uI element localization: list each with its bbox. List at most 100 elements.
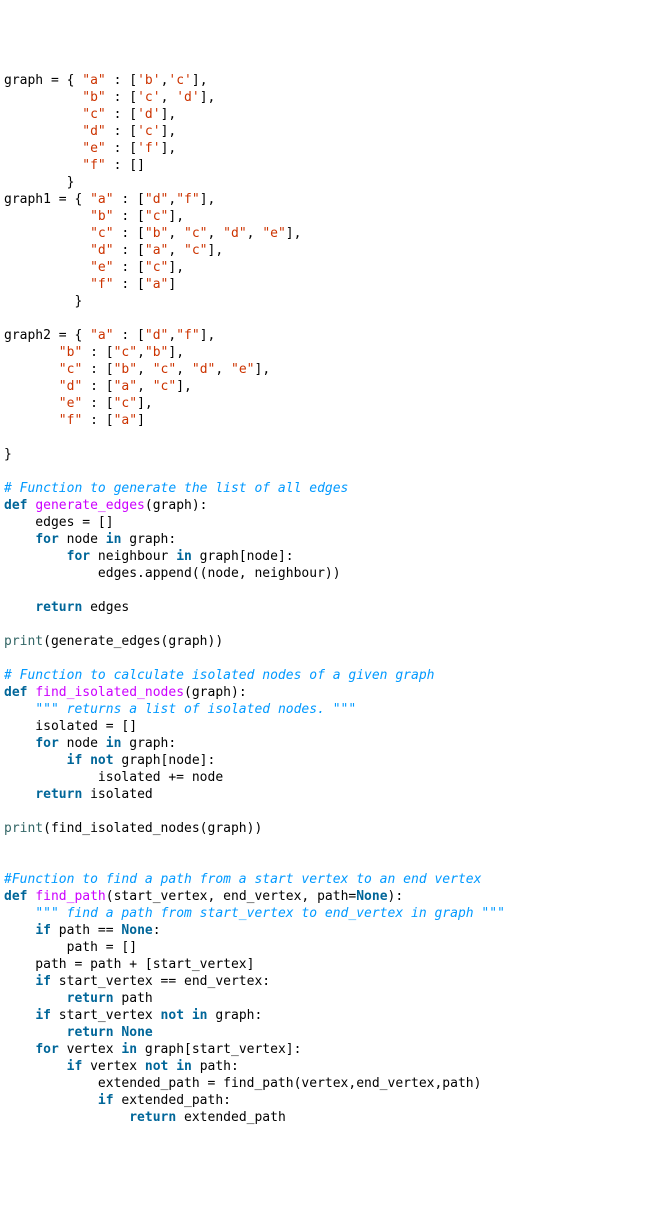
code-token: start_vertex == end_vertex: bbox=[51, 974, 270, 989]
code-token: "a" bbox=[82, 73, 105, 88]
code-token: neighbour bbox=[90, 549, 176, 564]
code-token bbox=[4, 277, 90, 292]
code-token bbox=[4, 906, 35, 921]
code-token: ], bbox=[192, 73, 208, 88]
code-token: path: bbox=[192, 1059, 239, 1074]
code-token: # Function to generate the list of all e… bbox=[4, 481, 348, 496]
code-token: "c" bbox=[153, 362, 176, 377]
code-token: return bbox=[67, 1025, 114, 1040]
code-token: path == bbox=[51, 923, 121, 938]
code-token: "c" bbox=[59, 362, 82, 377]
code-token: 'd' bbox=[137, 107, 160, 122]
code-token: "b" bbox=[145, 345, 168, 360]
code-token: "d" bbox=[223, 226, 246, 241]
code-token: for bbox=[35, 736, 58, 751]
code-token: ], bbox=[161, 124, 177, 139]
code-line: """ returns a list of isolated nodes. ""… bbox=[4, 701, 647, 718]
code-line bbox=[4, 463, 647, 480]
code-token: 'c' bbox=[137, 124, 160, 139]
code-line: } bbox=[4, 174, 647, 191]
code-token: generate_edges bbox=[35, 498, 145, 513]
code-token: ], bbox=[286, 226, 302, 241]
code-token: graph: bbox=[121, 532, 176, 547]
code-token: : [ bbox=[82, 396, 113, 411]
code-token: for bbox=[35, 532, 58, 547]
code-token: for bbox=[35, 1042, 58, 1057]
code-token: "c" bbox=[145, 209, 168, 224]
code-token: not bbox=[90, 753, 113, 768]
code-token: : [ bbox=[114, 243, 145, 258]
code-token: node bbox=[59, 736, 106, 751]
code-token: "c" bbox=[114, 345, 137, 360]
code-token: : [ bbox=[106, 73, 137, 88]
code-token: graph[start_vertex]: bbox=[137, 1042, 301, 1057]
code-token: node bbox=[59, 532, 106, 547]
code-token: ], bbox=[168, 209, 184, 224]
code-token: """ find a path from start_vertex to end… bbox=[35, 906, 505, 921]
code-token bbox=[4, 107, 82, 122]
code-token bbox=[4, 1059, 67, 1074]
code-line: graph1 = { "a" : ["d","f"], bbox=[4, 191, 647, 208]
code-line: "d" : ["a", "c"], bbox=[4, 242, 647, 259]
code-token: in bbox=[106, 736, 122, 751]
code-token: None bbox=[121, 923, 152, 938]
code-token: , bbox=[161, 90, 177, 105]
code-line: path = [] bbox=[4, 939, 647, 956]
code-token: 'd' bbox=[176, 90, 199, 105]
code-line: """ find a path from start_vertex to end… bbox=[4, 905, 647, 922]
code-token: ], bbox=[200, 328, 216, 343]
code-token: edges.append((node, neighbour)) bbox=[4, 566, 341, 581]
code-token: (generate_edges(graph)) bbox=[43, 634, 223, 649]
code-token: ], bbox=[168, 260, 184, 275]
code-token: "e" bbox=[59, 396, 82, 411]
code-token: "a" bbox=[90, 192, 113, 207]
code-token: "c" bbox=[114, 396, 137, 411]
code-token: "b" bbox=[114, 362, 137, 377]
code-line: "e" : ['f'], bbox=[4, 140, 647, 157]
code-line: "c" : ['d'], bbox=[4, 106, 647, 123]
code-token bbox=[4, 1110, 129, 1125]
code-line: edges.append((node, neighbour)) bbox=[4, 565, 647, 582]
code-token: if bbox=[35, 923, 51, 938]
code-line bbox=[4, 429, 647, 446]
code-token: : [ bbox=[114, 328, 145, 343]
code-token: ], bbox=[176, 379, 192, 394]
code-token: } bbox=[4, 175, 74, 190]
code-token: ], bbox=[137, 396, 153, 411]
code-token: : bbox=[153, 923, 161, 938]
code-token bbox=[4, 991, 67, 1006]
code-line: isolated = [] bbox=[4, 718, 647, 735]
code-line: "e" : ["c"], bbox=[4, 395, 647, 412]
code-token: ], bbox=[200, 90, 216, 105]
code-token bbox=[4, 532, 35, 547]
code-token: graph: bbox=[208, 1008, 263, 1023]
code-line: print(generate_edges(graph)) bbox=[4, 633, 647, 650]
code-token: graph = { bbox=[4, 73, 82, 88]
code-token: return bbox=[129, 1110, 176, 1125]
code-token: if bbox=[98, 1093, 114, 1108]
code-token: : [ bbox=[114, 226, 145, 241]
code-token: in bbox=[121, 1042, 137, 1057]
code-token: : [ bbox=[106, 90, 137, 105]
code-token: edges bbox=[82, 600, 129, 615]
code-token bbox=[4, 243, 90, 258]
code-token bbox=[4, 600, 35, 615]
code-line: "c" : ["b", "c", "d", "e"], bbox=[4, 225, 647, 242]
code-token: } bbox=[4, 447, 12, 462]
code-token: "f" bbox=[59, 413, 82, 428]
code-token bbox=[4, 209, 90, 224]
code-token: : [ bbox=[82, 413, 113, 428]
code-line: for node in graph: bbox=[4, 531, 647, 548]
code-line: for vertex in graph[start_vertex]: bbox=[4, 1041, 647, 1058]
code-token bbox=[4, 1008, 35, 1023]
code-token: graph: bbox=[121, 736, 176, 751]
code-token: ], bbox=[255, 362, 271, 377]
code-token: """ returns a list of isolated nodes. ""… bbox=[35, 702, 356, 717]
code-token: def bbox=[4, 889, 27, 904]
code-token bbox=[4, 260, 90, 275]
code-token: print bbox=[4, 821, 43, 836]
code-token: 'c' bbox=[168, 73, 191, 88]
code-token bbox=[4, 923, 35, 938]
code-line: if start_vertex == end_vertex: bbox=[4, 973, 647, 990]
code-token: find_isolated_nodes bbox=[35, 685, 184, 700]
